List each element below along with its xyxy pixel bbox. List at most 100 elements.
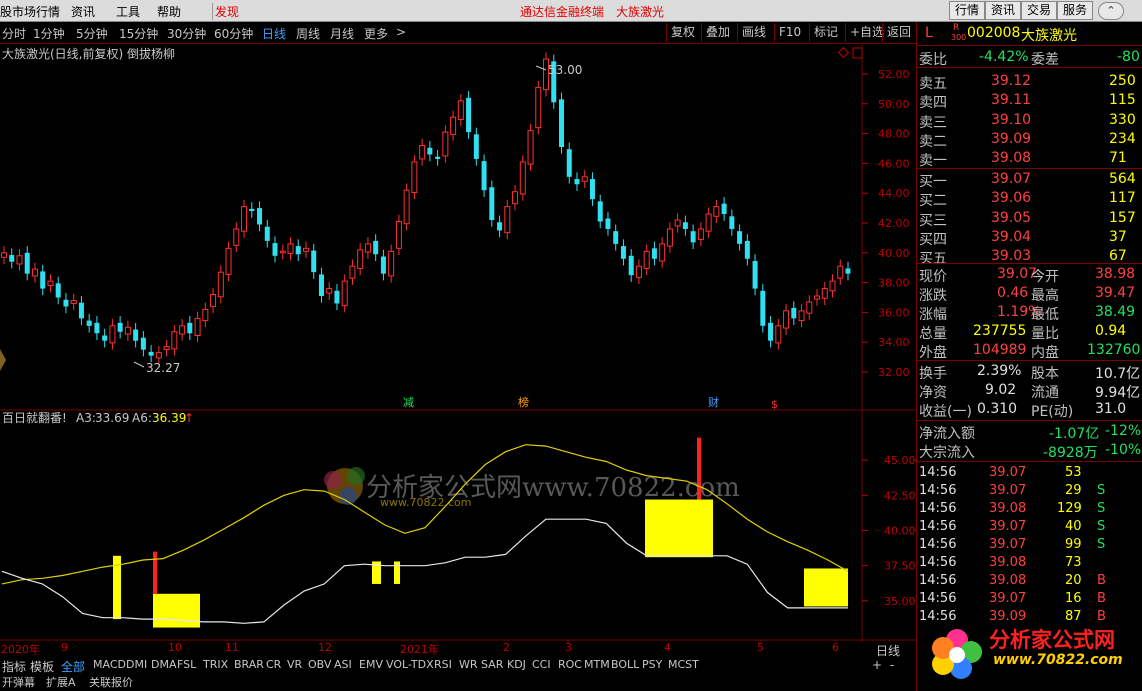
candle (798, 304, 805, 328)
zoom-out-button[interactable]: - (890, 658, 894, 672)
tab-mtm[interactable]: MTM (584, 658, 610, 671)
f10-button[interactable]: F10 (774, 23, 805, 42)
period-toolbar: 分时 1分钟 5分钟 15分钟 30分钟 60分钟 日线 周线 月线 更多 > … (0, 22, 916, 44)
candle (497, 215, 503, 238)
candle (179, 319, 186, 341)
tab-brar[interactable]: BRAR (234, 658, 264, 671)
menu-info[interactable]: 资讯 (71, 3, 95, 20)
bid-volume: 564 (1109, 171, 1136, 187)
tick-volume: 20 (1065, 573, 1082, 588)
tab-obv[interactable]: OBV (308, 658, 331, 671)
left-scroll-handle[interactable] (0, 349, 6, 371)
draw-line-button[interactable]: 画线 (737, 23, 770, 42)
current-stock-title: 大族激光 (616, 5, 665, 19)
menu-tools[interactable]: 工具 (116, 3, 140, 20)
tab-cci[interactable]: CCI (532, 658, 551, 671)
stat-value: 2.39% (977, 363, 1022, 379)
candle (287, 237, 294, 261)
tick-volume: 40 (1065, 519, 1082, 534)
tab-wr[interactable]: WR (459, 658, 478, 671)
tab-rsi[interactable]: RSI (434, 658, 452, 671)
overlay-button[interactable]: 叠加 (701, 23, 734, 42)
related-quote-button[interactable]: 关联报价 (89, 675, 133, 690)
marker-reduce[interactable]: 减 (403, 396, 414, 409)
candle (140, 331, 146, 357)
info-tab-button[interactable]: 资讯 (985, 1, 1022, 20)
tick-time: 14:56 (919, 591, 957, 606)
candle (70, 293, 77, 311)
tab-boll[interactable]: BOLL (611, 658, 639, 671)
tab-emv[interactable]: EMV (359, 658, 383, 671)
candle (279, 244, 286, 260)
period-5min[interactable]: 5分钟 (76, 25, 108, 42)
period-daily[interactable]: 日线 (262, 25, 286, 42)
tab-vol-tdx[interactable]: VOL-TDX (386, 658, 434, 671)
tab-psy[interactable]: PSY (642, 658, 662, 671)
candle (109, 319, 116, 350)
collapse-icon[interactable]: ⌃ (1098, 2, 1124, 20)
tab-indicator[interactable]: 指标 (2, 658, 26, 675)
tab-fsl[interactable]: FSL (177, 658, 196, 671)
chevron-right-icon[interactable]: > (396, 25, 406, 39)
tab-all[interactable]: 全部 (61, 658, 85, 675)
period-15min[interactable]: 15分钟 (119, 25, 158, 42)
a6-label: A6: (132, 411, 152, 425)
candle (1, 246, 7, 264)
flower-logo-icon (932, 629, 982, 679)
stat-value: 237755 (973, 323, 1027, 339)
window-icon[interactable] (852, 47, 863, 59)
marker-list[interactable]: 榜 (518, 395, 529, 409)
service-tab-button[interactable]: 服务 (1057, 1, 1094, 20)
y-tick-label: 40.00 (878, 247, 910, 260)
tab-macd[interactable]: MACD (93, 658, 126, 671)
tab-dmi[interactable]: DMI (126, 658, 147, 671)
tick-flag: S (1097, 537, 1106, 552)
tab-roc[interactable]: ROC (558, 658, 582, 671)
mark-button[interactable]: 标记 (809, 23, 842, 42)
stock-name: 大族激光 (1021, 28, 1077, 44)
tab-asi[interactable]: ASI (334, 658, 352, 671)
period-timeshare[interactable]: 分时 (2, 25, 26, 42)
candle (643, 244, 650, 276)
tick-flag: S (1097, 519, 1106, 534)
tab-kdj[interactable]: KDJ (507, 658, 526, 671)
extend-a-button[interactable]: 扩展A (46, 675, 76, 690)
tab-sar[interactable]: SAR (481, 658, 503, 671)
period-1min[interactable]: 1分钟 (33, 25, 65, 42)
trade-tab-button[interactable]: 交易 (1021, 1, 1058, 20)
danmaku-button[interactable]: 开弹幕 (2, 675, 35, 690)
tab-cr[interactable]: CR (266, 658, 281, 671)
marker-finance[interactable]: 财 (708, 395, 719, 409)
diamond-icon[interactable] (837, 46, 850, 59)
period-60min[interactable]: 60分钟 (214, 25, 253, 42)
tab-template[interactable]: 模板 (30, 658, 54, 675)
bid-price: 39.03 (991, 248, 1032, 265)
candle (233, 222, 240, 253)
tab-trix[interactable]: TRIX (203, 658, 228, 671)
period-monthly[interactable]: 月线 (330, 25, 354, 42)
signal-block (394, 561, 400, 584)
candle (729, 209, 735, 236)
zoom-in-button[interactable]: + (872, 658, 882, 672)
period-30min[interactable]: 30分钟 (167, 25, 206, 42)
period-more[interactable]: 更多 (364, 25, 388, 42)
restore-rights-button[interactable]: 复权 (666, 23, 699, 42)
kline-chart[interactable]: 大族激光(日线,前复权) 倒拔杨柳 52.00 50.00 48.00 46.00 44… (0, 44, 916, 642)
period-weekly[interactable]: 周线 (296, 25, 320, 42)
tab-dma[interactable]: DMA (151, 658, 177, 671)
candle (821, 281, 828, 305)
ask-volume: 71 (1109, 150, 1127, 167)
y-tick-label: 32.00 (878, 366, 910, 379)
candle (40, 264, 46, 296)
quote-tab-button[interactable]: 行情 (949, 1, 986, 20)
stat-label: 流通 (1031, 385, 1059, 401)
back-button[interactable]: 返回 (882, 23, 915, 42)
marker-dollar[interactable]: $ (771, 398, 778, 411)
menu-help[interactable]: 帮助 (157, 3, 181, 20)
menu-market[interactable]: 股市场行情 (0, 3, 60, 20)
tab-vr[interactable]: VR (287, 658, 302, 671)
tick-time: 14:56 (919, 555, 957, 570)
menu-discover[interactable]: 发现 (212, 3, 239, 20)
tab-mcst[interactable]: MCST (668, 658, 699, 671)
tick-price: 39.07 (989, 591, 1027, 606)
